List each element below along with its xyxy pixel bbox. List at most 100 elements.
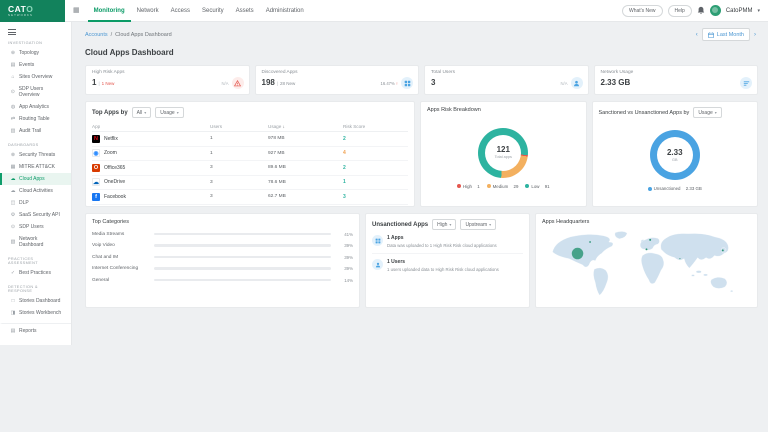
sidebar-item-sdp-users[interactable]: ⊙SDP Users xyxy=(0,221,71,233)
risk-score: 3 xyxy=(343,194,408,200)
logo-text: CATO xyxy=(8,5,33,13)
nav-administration[interactable]: Administration xyxy=(260,0,310,22)
nav-monitoring[interactable]: Monitoring xyxy=(88,0,131,22)
user-avatar[interactable] xyxy=(710,5,721,16)
date-range-label: Last Month xyxy=(717,32,744,38)
map-marker-usa xyxy=(572,248,583,259)
routing-icon: ⇄ xyxy=(10,116,16,122)
sanctioned-legend: Unsanctioned 2.33 GB xyxy=(648,186,702,191)
high-risk-apps-value: 1 xyxy=(92,78,96,87)
sanctioned-donut: 2.33GB xyxy=(650,130,700,180)
cato-logo[interactable]: CATO NETWORKS xyxy=(0,0,65,22)
map-marker-france xyxy=(646,248,648,250)
sidebar-item-sdp-users-overview[interactable]: ⊙SDP Users Overview xyxy=(0,83,71,101)
help-button[interactable]: Help xyxy=(668,5,692,17)
page-title: Cloud Apps Dashboard xyxy=(85,48,758,57)
user-menu-chevron-down-icon[interactable]: ▾ xyxy=(757,8,760,14)
sidebar-item-audit-trail[interactable]: ▥Audit Trail xyxy=(0,125,71,137)
whats-new-button[interactable]: What's New xyxy=(622,5,663,17)
network-dashboard-icon: ▧ xyxy=(10,239,16,245)
apps-headquarters-title: Apps Headquarters xyxy=(542,219,751,225)
sort-desc-icon: ↓ xyxy=(283,124,285,129)
table-row-office365[interactable]: OOffice365 3 89.6 MB 2 xyxy=(92,161,408,176)
apps-headquarters-card: Apps Headquarters xyxy=(535,213,758,308)
unsanctioned-filter-direction[interactable]: Upstream▾ xyxy=(460,219,496,230)
risk-score: 2 xyxy=(343,165,408,171)
nav-network[interactable]: Network xyxy=(131,0,165,22)
sdp-users-icon: ⊙ xyxy=(10,224,16,230)
discovered-trend: 16.47% ↑ xyxy=(381,81,398,86)
breadcrumb-accounts-link[interactable]: Accounts xyxy=(85,32,108,38)
sidebar-item-cloud-apps[interactable]: ☁Cloud Apps xyxy=(0,173,71,185)
category-row: Voip Video 39% xyxy=(92,243,353,248)
date-range-button[interactable]: Last Month xyxy=(702,28,750,41)
sidebar-item-cloud-activities[interactable]: ☁Cloud Activities xyxy=(0,185,71,197)
best-practices-icon: ✓ xyxy=(10,270,16,276)
top-categories-card: Top Categories Media Streams 41% Voip Vi… xyxy=(85,213,360,308)
stat-card-discovered-apps[interactable]: Discovered Apps 198 | 28 New 16.47% ↑ xyxy=(255,65,420,95)
date-prev-chevron-icon[interactable]: ‹ xyxy=(694,31,700,39)
nav-security[interactable]: Security xyxy=(196,0,230,22)
category-row: Internet Conferencing 39% xyxy=(92,266,353,271)
sidebar-item-sites-overview[interactable]: ⌂Sites Overview xyxy=(0,71,71,83)
nav-assets[interactable]: Assets xyxy=(230,0,260,22)
user-name[interactable]: CatoPMM xyxy=(726,8,753,14)
date-next-chevron-icon[interactable]: › xyxy=(752,31,758,39)
facebook-logo-icon: f xyxy=(92,193,100,201)
table-row-onedrive[interactable]: ☁OneDrive 3 78.6 MB 1 xyxy=(92,176,408,191)
unsanctioned-filter-risk[interactable]: High▾ xyxy=(432,219,456,230)
cloud-activities-icon: ☁ xyxy=(10,188,16,194)
top-apps-filter-all[interactable]: All▾ xyxy=(132,107,152,118)
sanctioned-vs-unsanctioned-card: Sanctioned vs Unsanctioned Apps by Usage… xyxy=(592,101,759,207)
category-row: Chat and IM 39% xyxy=(92,255,353,260)
risk-score: 1 xyxy=(343,179,408,185)
notifications-bell-icon[interactable] xyxy=(697,6,705,15)
total-users-value: 3 xyxy=(431,78,435,87)
table-row-netflix[interactable]: NNetflix 1 978 MB 2 xyxy=(92,132,408,147)
sanctioned-filter-usage[interactable]: Usage▾ xyxy=(693,107,721,118)
sanctioned-title: Sanctioned vs Unsanctioned Apps by xyxy=(599,110,690,116)
sidebar-item-saas-security-api[interactable]: ⚙SaaS Security API xyxy=(0,209,71,221)
sidebar-item-mitre-attack[interactable]: ▦MITRE ATT&CK xyxy=(0,161,71,173)
logo-subtext: NETWORKS xyxy=(8,13,33,17)
category-bar xyxy=(154,279,331,282)
sidebar-item-topology[interactable]: ⊕Topology xyxy=(0,47,71,59)
map-marker-japan xyxy=(722,249,724,251)
table-header-row: App Users Usage ↓ Risk Score xyxy=(92,122,408,132)
table-row-zoom[interactable]: ◉Zoom 1 927 MB 4 xyxy=(92,147,408,162)
risk-score: 2 xyxy=(343,136,408,142)
stat-card-high-risk-apps[interactable]: High Risk Apps 1 | 1 New N/A xyxy=(85,65,250,95)
netflix-logo-icon: N xyxy=(92,135,100,143)
app-grid-icon[interactable]: ▦ xyxy=(73,7,80,14)
onedrive-logo-icon: ☁ xyxy=(92,178,100,186)
top-categories-title: Top Categories xyxy=(92,219,353,225)
sidebar-item-stories-workbench[interactable]: ◨Stories Workbench xyxy=(0,307,71,319)
zoom-logo-icon: ◉ xyxy=(92,149,100,157)
sidebar-item-events[interactable]: ▤Events xyxy=(0,59,71,71)
mitre-icon: ▦ xyxy=(10,164,16,170)
sidebar-item-network-dashboard[interactable]: ▧Network Dashboard xyxy=(0,233,71,251)
calendar-icon xyxy=(708,32,714,38)
stat-card-network-usage[interactable]: Network Usage 2.33 GB xyxy=(594,65,759,95)
legend-dot-medium xyxy=(487,184,491,188)
sidebar-item-stories-dashboard[interactable]: □Stories Dashboard xyxy=(0,295,71,307)
sidebar-item-routing-table[interactable]: ⇄Routing Table xyxy=(0,113,71,125)
nav-access[interactable]: Access xyxy=(165,0,196,22)
sidebar-item-dlp[interactable]: ◫DLP xyxy=(0,197,71,209)
sidebar-item-best-practices[interactable]: ✓Best Practices xyxy=(0,267,71,279)
breadcrumb: Accounts / Cloud Apps Dashboard xyxy=(85,32,172,38)
top-apps-filter-usage[interactable]: Usage▾ xyxy=(155,107,183,118)
top-apps-title: Top Apps by xyxy=(92,110,128,116)
sites-icon: ⌂ xyxy=(10,74,16,80)
unsanctioned-title: Unsanctioned Apps xyxy=(372,222,428,228)
sidebar-item-app-analytics[interactable]: ◍App Analytics xyxy=(0,101,71,113)
network-usage-value: 2.33 GB xyxy=(601,78,631,87)
stat-card-total-users[interactable]: Total Users 3 N/A xyxy=(424,65,589,95)
collapse-menu-icon[interactable] xyxy=(8,29,16,35)
top-apps-card: Top Apps by All▾ Usage▾ App Users Usage … xyxy=(85,101,415,207)
topology-icon: ⊕ xyxy=(10,50,16,56)
table-row-facebook[interactable]: fFacebook 3 62.7 MB 3 xyxy=(92,190,408,205)
sidebar-item-reports[interactable]: ▤Reports xyxy=(0,323,71,337)
sidebar-item-security-threats[interactable]: ⊗Security Threats xyxy=(0,149,71,161)
usage-column-header[interactable]: Usage ↓ xyxy=(268,122,343,131)
